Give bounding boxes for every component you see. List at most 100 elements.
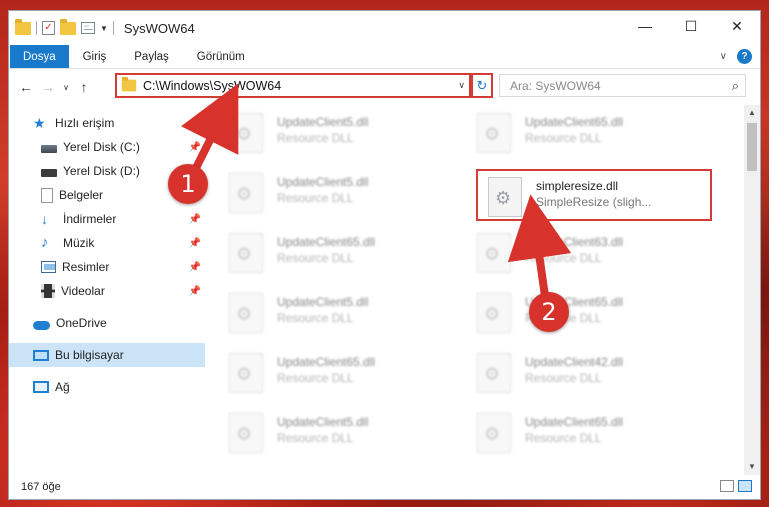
file-item[interactable]: UpdateClient65.dll Resource DLL [467, 107, 703, 159]
file-name: UpdateClient5.dll [277, 175, 369, 189]
file-description: Resource DLL [277, 431, 354, 445]
file-description: Resource DLL [525, 371, 602, 385]
file-item[interactable]: UpdateClient5.dll Resource DLL [219, 287, 455, 339]
cloud-icon [33, 320, 50, 330]
scroll-down-icon[interactable]: ▼ [744, 459, 760, 475]
sidebar-item-pictures[interactable]: Resimler 📌 [9, 255, 205, 279]
file-description: Resource DLL [277, 251, 354, 265]
expand-ribbon-icon[interactable]: ∨ [720, 51, 727, 62]
star-icon: ★ [33, 115, 46, 131]
tiles-view-icon[interactable] [738, 480, 752, 492]
close-button[interactable]: ✕ [714, 11, 760, 41]
file-item[interactable]: UpdateClient5.dll Resource DLL [219, 167, 455, 219]
documents-icon [41, 187, 53, 203]
music-icon: ♪ [41, 234, 49, 251]
file-item[interactable]: UpdateClient65.dll Resource DLL [219, 227, 455, 279]
separator [112, 21, 114, 35]
details-view-icon[interactable] [720, 480, 734, 492]
dll-file-icon [477, 353, 511, 393]
sidebar-item-onedrive[interactable]: OneDrive [9, 311, 205, 335]
pin-icon[interactable]: 📌 [189, 142, 201, 153]
scroll-up-icon[interactable]: ▲ [744, 105, 760, 121]
sidebar-item-this-pc[interactable]: Bu bilgisayar [9, 343, 205, 367]
forward-arrow-icon[interactable]: → [37, 79, 59, 95]
sidebar-item-disk-c[interactable]: Yerel Disk (C:) 📌 [9, 135, 205, 159]
tab-share[interactable]: Paylaş [120, 45, 183, 68]
dll-file-icon [229, 293, 263, 333]
step-1-badge: 1 [168, 164, 208, 204]
step-2-badge: 2 [529, 292, 569, 332]
videos-icon [41, 284, 55, 298]
address-bar[interactable]: C:\Windows\SysWOW64 ∨ [115, 73, 471, 98]
sidebar-item-label: Müzik [63, 236, 95, 250]
file-item[interactable]: UpdateClient63.dll Resource DLL [467, 227, 703, 279]
file-name: UpdateClient65.dll [277, 355, 376, 369]
sidebar-item-label: Belgeler [59, 188, 104, 202]
tab-file[interactable]: Dosya [10, 45, 69, 68]
file-item[interactable]: UpdateClient65.dll Resource DLL [467, 407, 703, 459]
file-name: UpdateClient5.dll [277, 415, 369, 429]
content-area: ★ Hızlı erişim Yerel Disk (C:) 📌 Yerel D… [9, 105, 760, 475]
pin-icon[interactable]: 📌 [189, 238, 201, 249]
address-dropdown-icon[interactable]: ∨ [458, 80, 465, 91]
sidebar-item-label: Resimler [62, 260, 110, 274]
new-folder-icon[interactable] [60, 18, 76, 35]
help-icon[interactable]: ? [737, 49, 752, 64]
file-name: UpdateClient42.dll [525, 355, 624, 369]
download-icon: ↓ [41, 211, 48, 227]
file-list: UpdateClient5.dll Resource DLL UpdateCli… [219, 105, 744, 475]
file-name: UpdateClient65.dll [277, 235, 376, 249]
dll-file-icon [488, 177, 522, 217]
back-arrow-icon[interactable]: ← [15, 79, 37, 95]
file-item-simpleresize[interactable]: simpleresize.dll SimpleResize (sligh... [476, 169, 712, 221]
sidebar-item-network[interactable]: Ağ [9, 375, 205, 399]
address-path[interactable]: C:\Windows\SysWOW64 [143, 79, 281, 93]
view-toggles [720, 480, 752, 492]
tab-home[interactable]: Giriş [69, 45, 121, 68]
file-description: Resource DLL [277, 131, 354, 145]
disk-icon [41, 169, 57, 177]
ribbon-tabs: Dosya Giriş Paylaş Görünüm ∨ ? [9, 45, 760, 69]
pin-icon[interactable]: 📌 [189, 286, 201, 297]
file-description: Resource DLL [525, 431, 602, 445]
sidebar-item-label: Yerel Disk (C:) [63, 140, 140, 154]
window-title: SysWOW64 [123, 20, 195, 36]
search-input[interactable]: Ara: SysWOW64 ⌕ [499, 74, 746, 97]
properties-check-icon[interactable]: ✓ [42, 21, 55, 35]
pin-icon[interactable]: 📌 [189, 262, 201, 273]
vertical-scrollbar[interactable]: ▲ ▼ [744, 105, 760, 475]
sidebar-item-quick-access[interactable]: ★ Hızlı erişim [9, 111, 205, 135]
file-item[interactable]: UpdateClient5.dll Resource DLL [219, 107, 455, 159]
ribbon-right: ∨ ? [720, 49, 752, 64]
status-bar: 167 öğe [9, 475, 760, 499]
sidebar-item-downloads[interactable]: ↓ İndirmeler 📌 [9, 207, 205, 231]
tab-view[interactable]: Görünüm [183, 45, 259, 68]
sidebar-item-music[interactable]: ♪ Müzik 📌 [9, 231, 205, 255]
file-item[interactable]: UpdateClient42.dll Resource DLL [467, 347, 703, 399]
file-item[interactable]: UpdateClient5.dll Resource DLL [219, 407, 455, 459]
dll-file-icon [229, 233, 263, 273]
file-item[interactable]: UpdateClient65.dll Resource DLL [219, 347, 455, 399]
file-name: UpdateClient65.dll [525, 115, 624, 129]
pin-icon[interactable]: 📌 [189, 214, 201, 225]
minimize-button[interactable]: — [622, 11, 668, 41]
scroll-thumb[interactable] [747, 123, 757, 171]
sidebar-item-label: Bu bilgisayar [55, 348, 124, 362]
pictures-icon [41, 261, 56, 273]
computer-icon [33, 349, 49, 361]
up-arrow-icon[interactable]: ↑ [73, 79, 95, 95]
properties-icon[interactable] [81, 22, 95, 34]
dll-file-icon [229, 173, 263, 213]
refresh-button[interactable]: ↻ [471, 73, 493, 98]
customize-qat-icon[interactable]: ▼ [100, 24, 108, 33]
maximize-button[interactable]: ☐ [668, 11, 714, 41]
sidebar-item-label: Videolar [61, 284, 105, 298]
file-item[interactable]: UpdateClient65.dll Resource DLL [467, 287, 703, 339]
folder-icon [15, 18, 31, 35]
dll-file-icon [229, 413, 263, 453]
sidebar-item-videos[interactable]: Videolar 📌 [9, 279, 205, 303]
file-description: Resource DLL [277, 311, 354, 325]
file-name: UpdateClient63.dll [525, 235, 624, 249]
recent-locations-icon[interactable]: ∨ [59, 83, 73, 92]
file-description: Resource DLL [277, 191, 354, 205]
